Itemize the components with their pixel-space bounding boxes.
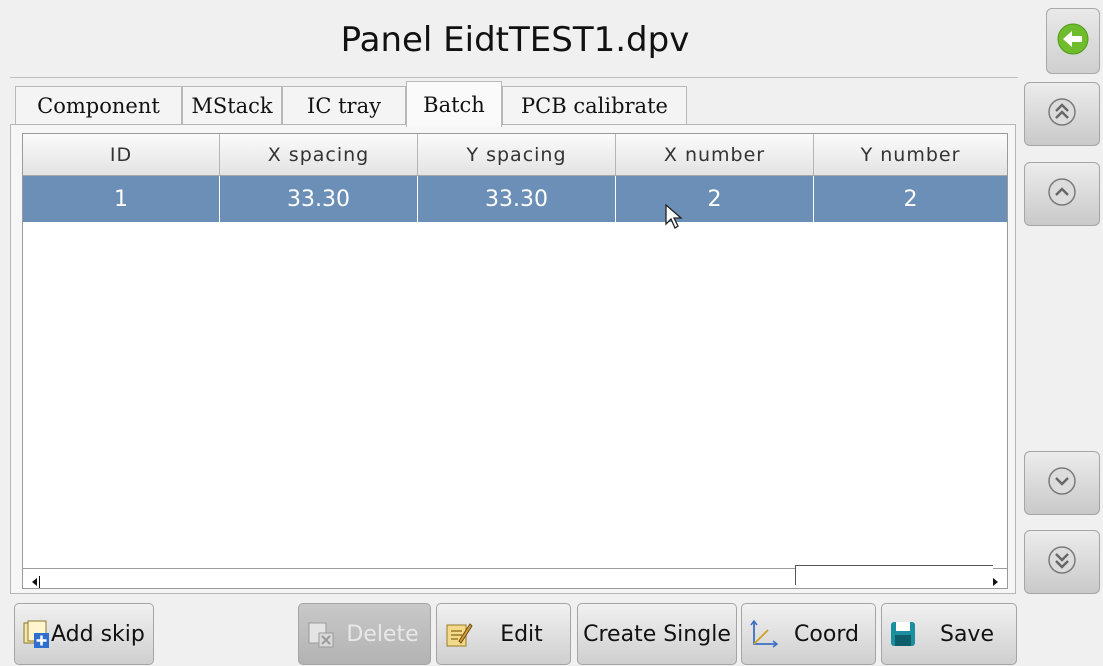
table-row[interactable]: 1 33.30 33.30 2 2 [23,176,1007,222]
column-header-id[interactable]: ID [23,134,220,175]
coord-label: Coord [794,621,859,647]
batch-table: ID X spacing Y spacing X number Y number… [22,133,1008,589]
column-header-y-spacing[interactable]: Y spacing [418,134,616,175]
double-chevron-down-icon [1047,545,1077,579]
edit-button[interactable]: Edit [436,603,571,665]
scrollbar-thumb[interactable] [795,565,993,585]
add-skip-label: Add skip [51,621,145,647]
column-header-y-number[interactable]: Y number [814,134,1007,175]
column-header-x-number[interactable]: X number [616,134,814,175]
page-down-button[interactable] [1024,530,1100,594]
back-button[interactable] [1046,8,1100,74]
tab-batch[interactable]: Batch [406,81,502,127]
add-skip-button[interactable]: Add skip [14,603,154,665]
save-floppy-icon [888,619,918,649]
column-header-x-spacing[interactable]: X spacing [220,134,418,175]
page-up-button[interactable] [1024,82,1100,146]
create-single-button[interactable]: Create Single [577,603,737,665]
edit-icon [443,619,473,649]
tab-mstack[interactable]: MStack [182,86,282,124]
scroll-up-button[interactable] [1024,162,1100,226]
save-button[interactable]: Save [881,603,1017,665]
back-arrow-icon [1056,22,1090,60]
window-title: Panel EidtTEST1.dpv [340,20,690,60]
cell-x-spacing[interactable]: 33.30 [220,176,418,222]
tab-pcb-calibrate[interactable]: PCB calibrate [502,86,687,124]
cell-y-number[interactable]: 2 [814,176,1007,222]
delete-button[interactable]: Delete [298,603,431,665]
tab-component[interactable]: Component [15,86,182,124]
delete-label: Delete [346,621,419,647]
create-single-label: Create Single [583,621,731,647]
add-skip-icon [21,619,51,649]
scroll-left-arrow-icon[interactable] [29,573,41,588]
mouse-cursor-icon [665,203,685,234]
cell-y-spacing[interactable]: 33.30 [418,176,616,222]
edit-label: Edit [500,621,543,647]
coord-button[interactable]: Coord [741,603,876,665]
horizontal-scrollbar[interactable] [23,565,1007,588]
cell-id[interactable]: 1 [23,176,220,222]
chevron-down-icon [1047,466,1077,500]
scroll-down-button[interactable] [1024,451,1100,515]
table-header: ID X spacing Y spacing X number Y number [23,134,1007,176]
delete-icon [305,619,335,649]
tab-ic-tray[interactable]: IC tray [282,86,406,124]
scroll-right-arrow-icon[interactable] [989,573,1001,586]
cell-x-number[interactable]: 2 [616,176,814,222]
double-chevron-up-icon [1047,97,1077,131]
save-label: Save [939,621,994,647]
title-divider [10,77,1018,78]
chevron-up-icon [1047,177,1077,211]
coordinate-axes-icon [748,619,779,649]
